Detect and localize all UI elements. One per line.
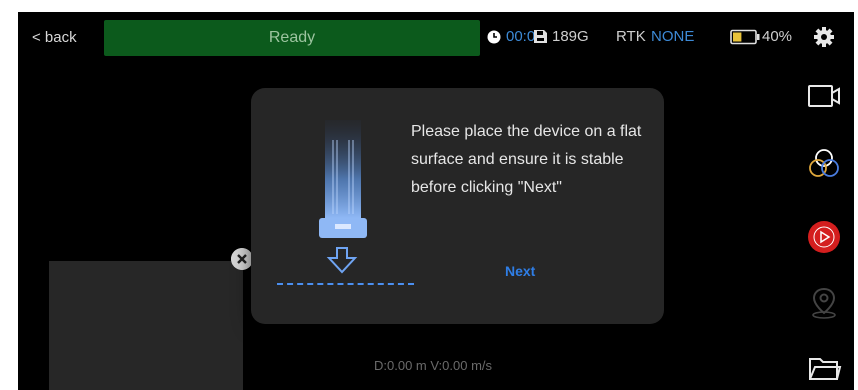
status-text: Ready: [268, 29, 316, 46]
device-illustration: [319, 120, 367, 238]
dialog-message: Please place the device on a flat surfac…: [411, 123, 642, 196]
app-screen: < back Ready 00:00 189G RTK NONE 40% D:0…: [18, 12, 854, 390]
battery-percent: 40%: [762, 28, 793, 45]
top-bar: < back Ready 00:00 189G RTK NONE 40%: [18, 12, 854, 62]
next-button[interactable]: Next: [505, 263, 535, 279]
pip-preview[interactable]: [49, 261, 243, 390]
location-pin-icon[interactable]: [806, 285, 842, 321]
distance-velocity-readout: D:0.00 m V:0.00 m/s: [374, 358, 493, 373]
surface-dashed-line: [277, 283, 414, 285]
video-camera-icon[interactable]: [806, 78, 842, 114]
status-banner: Ready: [104, 20, 480, 56]
calibration-dialog: Please place the device on a flat surfac…: [251, 88, 664, 324]
record-play-icon[interactable]: [806, 219, 842, 255]
color-filter-icon[interactable]: [806, 146, 842, 182]
rtk-status: NONE: [651, 28, 695, 45]
rtk-label: RTK: [616, 28, 646, 45]
close-icon[interactable]: [231, 248, 253, 270]
clock-icon: [487, 30, 501, 44]
sd-card-icon: [534, 30, 547, 43]
down-arrow-icon: [326, 247, 358, 274]
battery-icon: [730, 29, 760, 45]
settings-gear-icon[interactable]: [813, 26, 835, 48]
folder-icon[interactable]: [806, 351, 842, 387]
back-button[interactable]: < back: [32, 29, 77, 46]
storage-remaining: 189G: [552, 28, 589, 45]
